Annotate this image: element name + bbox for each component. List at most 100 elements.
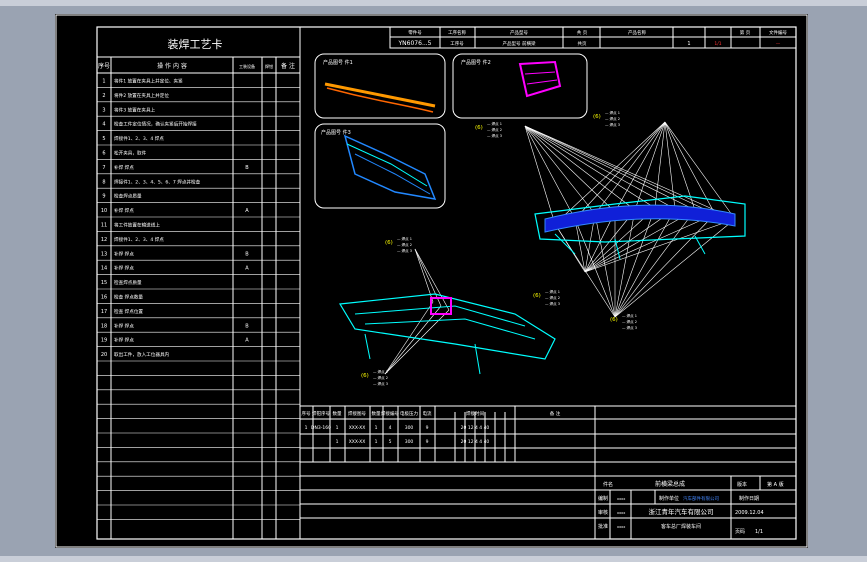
drawing-svg: 装焊工艺卡 序号 操 作 内 容 工装设备 焊钳 备 注 1 将件1 放置在夹具上… [55,14,808,548]
process-row-no: 1 [102,79,105,85]
callout-line: — 焊点 1 [373,369,388,374]
callouts: (6)— 焊点 1— 焊点 2— 焊点 3(6)— 焊点 1— 焊点 2— 焊点… [361,110,637,386]
part-view-1: 产品图号 件1 [314,53,446,119]
strip-label-6: 第 页 [740,29,751,36]
callout-line: — 焊点 1 [622,313,637,318]
param-cell: 1 [375,425,378,431]
strip-value-sheet: 1 [687,41,690,47]
callout-line: — 焊点 3 [605,122,620,127]
process-row-text: 检查 焊点数量 [114,294,143,301]
cad-viewport[interactable]: 装焊工艺卡 序号 操 作 内 容 工装设备 焊钳 备 注 1 将件1 放置在夹具上… [0,0,867,562]
param-cell: 5 [389,439,392,445]
callout-tag: (6) [593,114,601,120]
tb-part-name: 前横梁总成 [655,480,685,488]
callout-line: — 焊点 2 [605,116,620,121]
process-row-no: 20 [101,352,107,358]
callout-tag: (6) [361,373,369,379]
drawing-number: YN6076...5 [398,40,432,47]
process-row-text: 补焊 焊点 [114,337,134,344]
callout-tag: (6) [385,240,393,246]
title-block: 件名 前横梁总成 版本 第 A 版 编制 xxxx 制作单位 汽车部件有限公司 … [594,462,784,539]
process-row-no: 13 [101,251,107,257]
title-strip: 零件号 工序名称 产品型号 共 页 产品名称 第 页 文件编号 YN6076..… [389,26,797,49]
callout-line: — 焊点 1 [545,289,560,294]
process-row-equipment: A [245,338,249,344]
process-row-text: 检查工件定位情况，确认夹紧后开始焊接 [114,121,197,128]
process-row-no: 14 [101,266,107,272]
col-header-no: 序号 [98,62,110,70]
param-cell: 300 [405,425,414,431]
tb-plant: 客车总厂焊装车间 [661,523,701,530]
process-row-no: 6 [102,151,105,157]
tb-version: 第 A 版 [767,481,784,488]
process-row-no: 10 [101,208,107,214]
tb-check-sign: xxxx [617,511,625,515]
process-row-text: 检查 焊点位置 [114,308,143,315]
callout-line: — 焊点 1 [487,121,502,126]
param-header: 数量 [333,410,342,417]
process-row-no: 11 [101,223,107,229]
callout-line: — 焊点 2 [397,242,412,247]
tb-drawn-sign: xxxx [617,497,625,501]
tb-check-label: 审核 [598,509,608,516]
callout-line: — 焊点 3 [373,381,388,386]
strip-label-1: 零件号 [408,29,422,36]
process-row-text: 检查焊点质量 [114,279,142,286]
param-cell: 1 [336,425,339,431]
process-row-text: 焊接件1、2、3、4、5、6、7 焊点并检查 [114,178,201,185]
process-row-equipment: B [245,251,249,257]
strip-value-4: 共页 [578,40,587,47]
tb-maker-label: 制作单位 [659,495,679,502]
viewport-bottom-bar [0,556,867,562]
param-cell: DN3-160 [311,425,331,431]
part-view-3: 产品图号 件3 [314,123,446,209]
process-row-text: 补焊 焊点 [114,164,134,171]
process-row-no: 19 [101,338,107,344]
process-row-text: 焊接件1、2、3、4 焊点 [114,236,164,243]
param-cell: 1 [336,439,339,445]
process-row-text: 检查焊点质量 [114,193,142,200]
strip-label-5: 产品名称 [628,29,646,36]
col-header-remark: 备 注 [281,62,295,70]
callout-tag: (6) [533,293,541,299]
callout-tag: (6) [610,317,618,323]
process-table: 装焊工艺卡 序号 操 作 内 容 工装设备 焊钳 备 注 1 将件1 放置在夹具上… [97,27,301,539]
process-row-text: 将件2 放置在夹具上并定位 [114,92,169,99]
param-cell: XXX-XX [349,425,366,431]
param-cell: 1 [375,439,378,445]
process-row-equipment: B [245,165,249,171]
process-row-equipment: A [245,266,249,272]
process-row-text: 取出工件，放入工位器具内 [114,351,170,358]
process-row-no: 9 [102,194,105,200]
process-rows: 1 将件1 放置在夹具上并定位、夹紧 2 将件2 放置在夹具上并定位 3 将件3 放置在夹… [97,78,300,520]
tb-version-label: 版本 [737,481,747,488]
process-row-text: 补焊 焊点 [114,265,134,272]
callout-line: — 焊点 1 [397,236,412,241]
param-header: 焊钳序号 [312,410,330,417]
viewport-top-bar [0,0,867,6]
process-row-no: 17 [101,309,107,315]
param-header: 序号 [302,410,311,417]
process-row-text: 补焊 焊点 [114,207,134,214]
param-cell: 20 12 4 4 40 [461,439,490,445]
process-row-no: 4 [102,122,105,128]
process-row-no: 5 [102,136,105,142]
callout-tag: (6) [475,125,483,131]
param-header: 焊接图号 [348,410,366,417]
param-cell: 300 [405,439,414,445]
callout-line: — 焊点 3 [397,248,412,253]
drawing-sheet: 装焊工艺卡 序号 操 作 内 容 工装设备 焊钳 备 注 1 将件1 放置在夹具上… [55,14,808,548]
param-header: 电极压力 [400,410,418,417]
callout-line: — 焊点 2 [622,319,637,324]
param-cell: 9 [426,425,429,431]
tb-label-part-name: 件名 [603,481,613,488]
tb-date-label: 制作日期 [739,495,759,502]
part-view-3-label: 产品图号 件3 [321,129,351,136]
process-table-title: 装焊工艺卡 [168,37,223,51]
tb-sheet-label: 页码 [735,528,745,535]
callout-line: — 焊点 1 [605,110,620,115]
process-row-text: 补焊 焊点 [114,322,134,329]
process-row-equipment: B [245,323,249,329]
param-cell: 1 [305,425,308,431]
param-cell: XXX-XX [349,439,366,445]
